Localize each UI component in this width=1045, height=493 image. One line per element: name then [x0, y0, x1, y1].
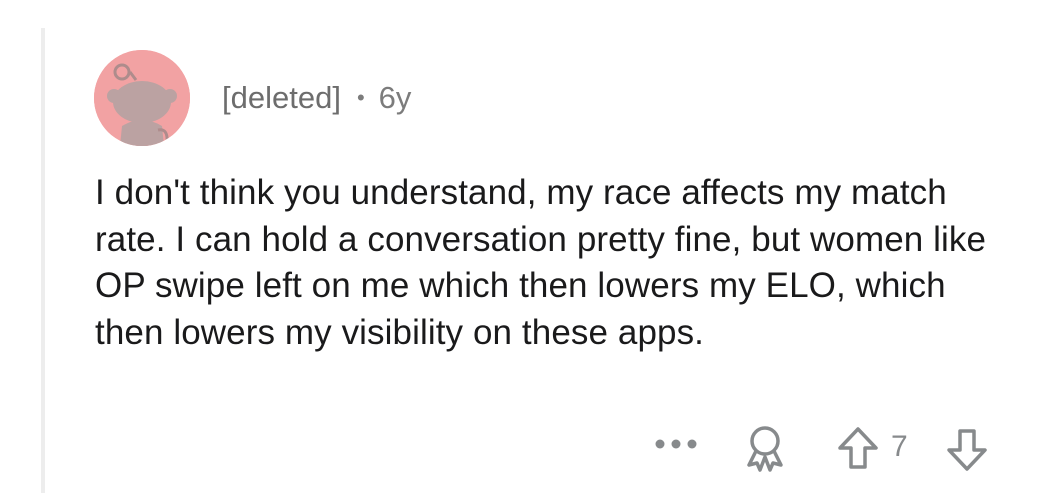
- thread-line[interactable]: [41, 28, 45, 493]
- comment-body: I don't think you understand, my race af…: [95, 173, 987, 352]
- award-icon[interactable]: [743, 424, 787, 472]
- snoo-avatar-icon: [94, 50, 190, 146]
- comment-meta: [deleted] • 6y: [222, 78, 411, 118]
- upvote-arrow-icon[interactable]: [837, 426, 879, 470]
- previous-comment-fragment: [955, 0, 985, 2]
- comment-author[interactable]: [deleted]: [222, 80, 341, 116]
- comment-age: 6y: [378, 80, 412, 115]
- vote-count: 7: [891, 430, 908, 463]
- meta-separator: •: [356, 85, 365, 110]
- more-options-icon[interactable]: [654, 436, 698, 452]
- user-avatar[interactable]: [94, 50, 190, 146]
- comment-actions: 7: [640, 420, 1020, 476]
- downvote-arrow-icon[interactable]: [946, 428, 988, 472]
